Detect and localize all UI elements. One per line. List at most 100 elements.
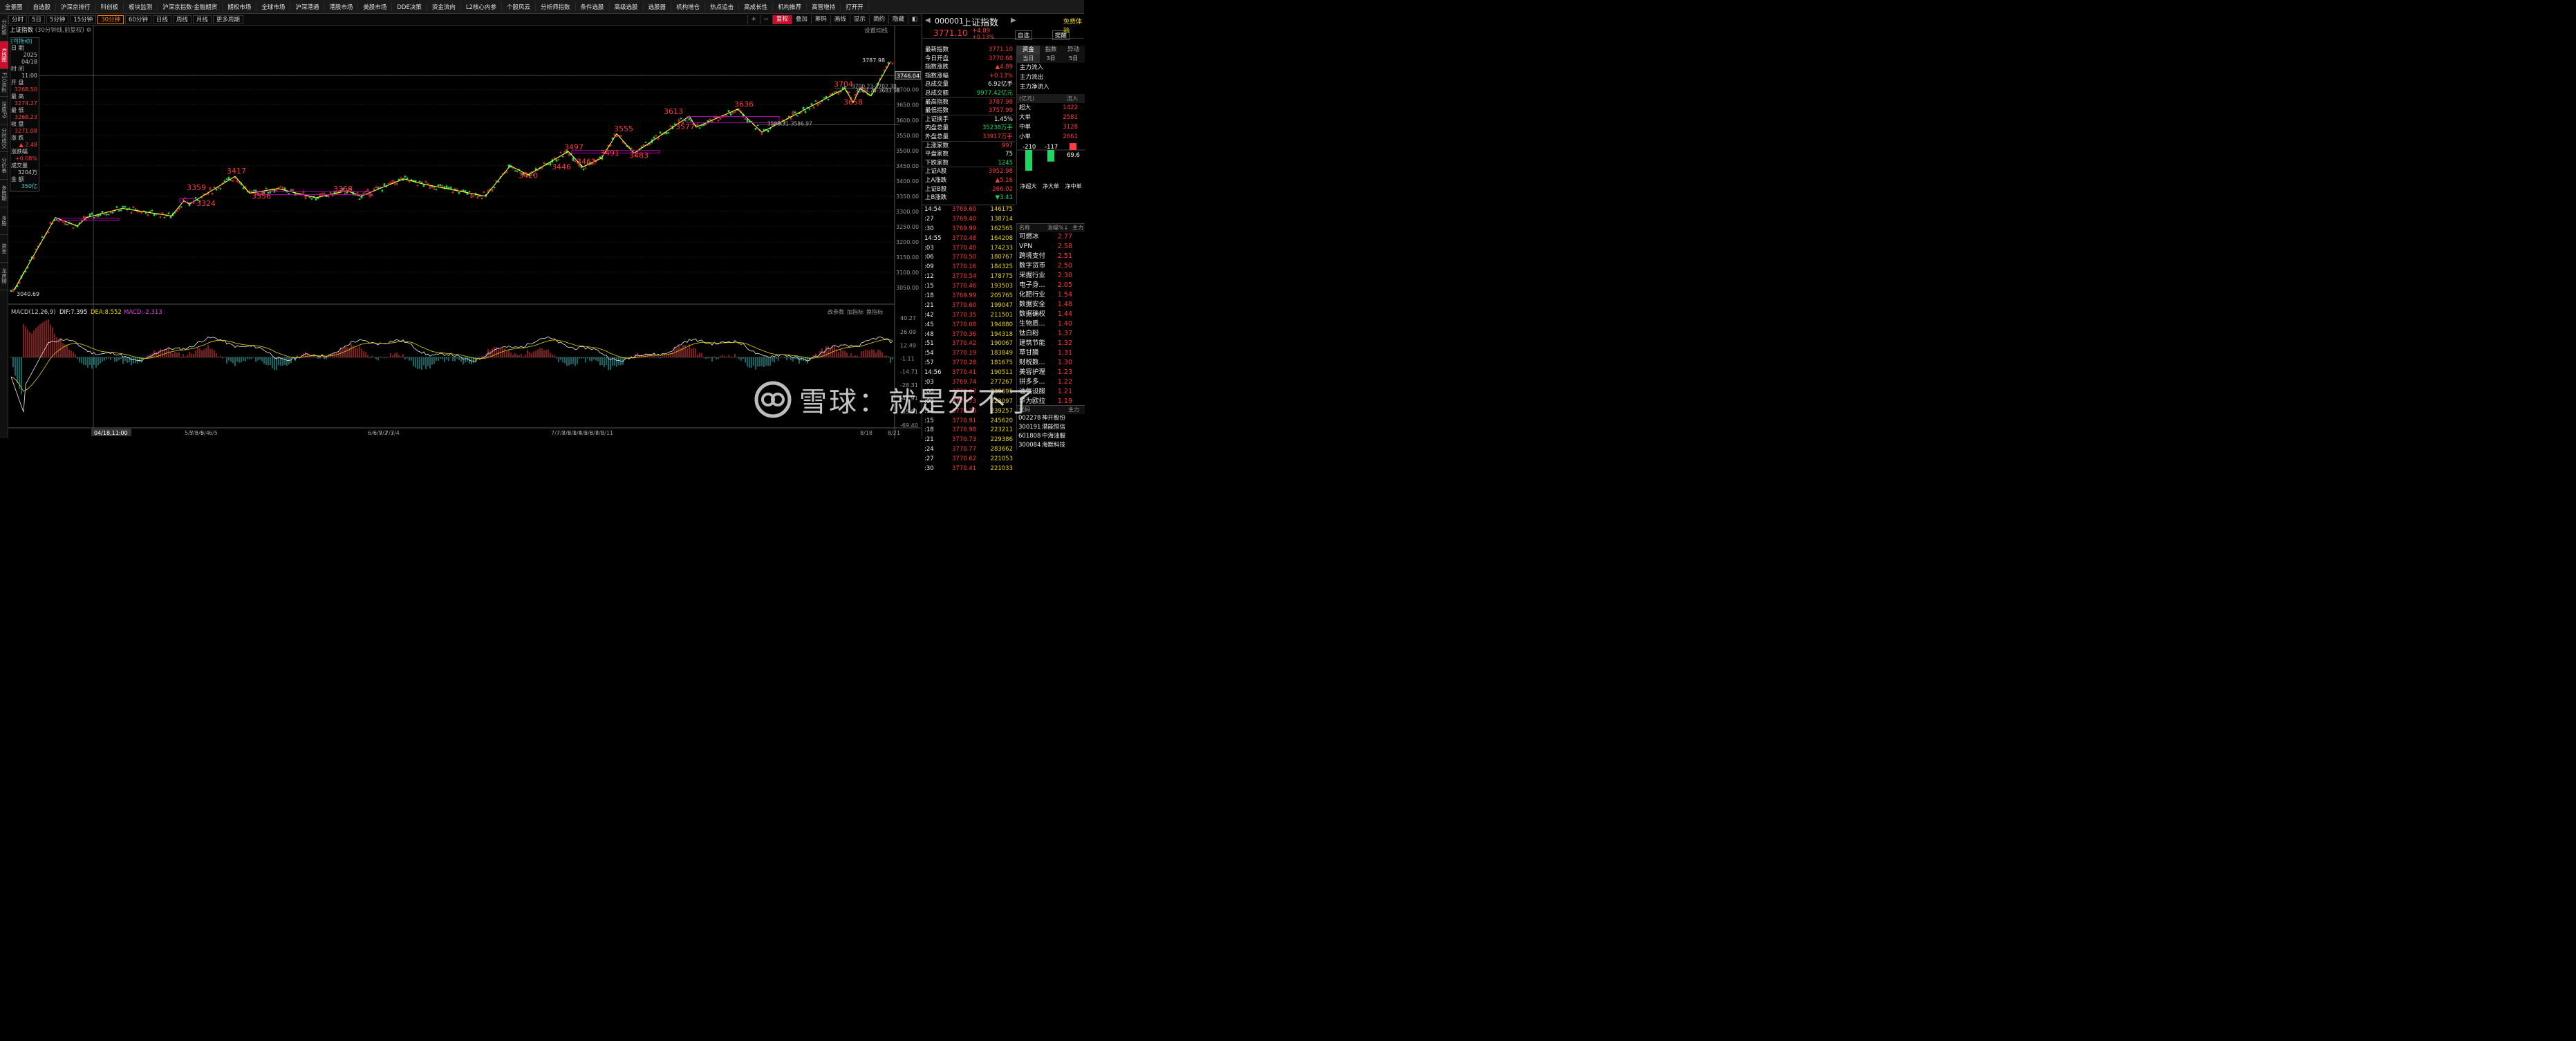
side-tab[interactable]: 多周期 [0, 180, 8, 207]
period-button[interactable]: 15分钟 [70, 15, 97, 24]
sector-row[interactable]: 电子身... 2.05 [1017, 281, 1085, 290]
kline-chart-area[interactable]: 3750.003700.003650.003600.003550.003500.… [8, 26, 921, 438]
menu-item[interactable]: 全景图 [0, 2, 28, 11]
menu-item[interactable]: 机构增仓 [671, 2, 706, 11]
macd-bar [790, 357, 792, 361]
sector-row[interactable]: 跨境支付 2.51 [1017, 252, 1085, 261]
menu-item[interactable]: 分析师指数 [536, 2, 576, 11]
sector-row[interactable]: 钛白粉 1.37 [1017, 329, 1085, 339]
menu-item[interactable]: DDE决策 [392, 2, 427, 11]
menu-item[interactable]: 打开开 [841, 2, 869, 11]
period-button[interactable]: 60分钟 [125, 15, 151, 24]
menu-item[interactable]: 热点追击 [705, 2, 740, 11]
period-button[interactable]: 更多周期 [212, 15, 243, 24]
menu-item[interactable]: 沪深京排行 [56, 2, 96, 11]
period-button[interactable]: 月线 [192, 15, 212, 24]
menu-item[interactable]: 港股市场 [324, 2, 359, 11]
menu-item[interactable]: 全球市场 [256, 2, 291, 11]
tool-button[interactable]: 复权 [772, 15, 792, 24]
next-arrow-icon[interactable]: ▶ [1011, 17, 1016, 24]
sector-row[interactable]: 生物质... 1.40 [1017, 319, 1085, 329]
period-button[interactable]: 5日 [28, 15, 45, 24]
price-axis-label: 3500.00 [896, 148, 919, 154]
sector-pct: 1.22 [1057, 378, 1072, 386]
zoom-out-icon[interactable]: − [759, 15, 772, 24]
fav-button[interactable]: 自选 [1015, 30, 1033, 40]
side-tab[interactable]: 分价表 [0, 152, 8, 180]
menu-item[interactable]: 选股器 [644, 2, 672, 11]
drag-hint[interactable]: [可拖动] [10, 38, 39, 45]
tool-button[interactable]: 显示 [849, 15, 869, 24]
flow-tab[interactable]: 资金 [1017, 46, 1040, 55]
menu-item[interactable]: 自选股 [28, 2, 57, 11]
stock-row[interactable]: 601808 中海油服 [1017, 432, 1085, 441]
tool-button[interactable]: 叠加 [791, 15, 811, 24]
menu-item[interactable]: 机构推荐 [773, 2, 808, 11]
sector-row[interactable]: 美容护理 1.23 [1017, 368, 1085, 377]
macd-bar [23, 323, 24, 357]
menu-item[interactable]: 资金流向 [427, 2, 461, 11]
tool-button[interactable]: 筹码 [810, 15, 830, 24]
menu-item[interactable]: 高管增持 [807, 2, 841, 11]
period-button[interactable]: 5分钟 [46, 15, 69, 24]
settings-gear-icon[interactable]: ⚙ [86, 27, 92, 34]
prev-arrow-icon[interactable]: ◀ [925, 17, 931, 24]
macd-tool-button[interactable]: 改参数 [828, 308, 844, 315]
side-tab[interactable]: 分时图 [0, 14, 8, 41]
sector-row[interactable]: 数据确权 1.44 [1017, 310, 1085, 319]
flow-table-row: 中单 3128 [1017, 122, 1085, 132]
menu-item[interactable]: 期权市场 [223, 2, 257, 11]
flow-tab[interactable]: 指数 [1039, 46, 1063, 55]
ma-settings-link[interactable]: 设置均线 [864, 26, 888, 35]
close-panel-icon[interactable]: ◧ [907, 15, 921, 24]
menu-item[interactable]: 科创板 [96, 2, 124, 11]
menu-item[interactable]: 高成长性 [739, 2, 774, 11]
zoom-in-icon[interactable]: + [747, 15, 760, 24]
menu-item[interactable]: 高级选股 [610, 2, 644, 11]
macd-bar [516, 355, 518, 357]
sector-row[interactable]: 草甘膦 1.31 [1017, 348, 1085, 358]
free-trial-link[interactable]: 免费体验 [1063, 17, 1084, 35]
sector-row[interactable]: 财税数... 1.30 [1017, 358, 1085, 368]
flow-tab[interactable]: 异动 [1062, 46, 1085, 55]
flow-subtab[interactable]: 当日 [1017, 55, 1040, 63]
sector-row[interactable]: 化肥行业 1.54 [1017, 290, 1085, 300]
period-button[interactable]: 周线 [172, 15, 192, 24]
side-tab[interactable]: 龙虎榜 [0, 263, 8, 290]
tool-button[interactable]: 隐藏 [888, 15, 908, 24]
stock-row[interactable]: 300191 潜能恒信 [1017, 423, 1085, 432]
sector-row[interactable]: VPN 2.58 [1017, 242, 1085, 252]
side-tab[interactable]: K线图 [0, 41, 8, 69]
menu-item[interactable]: 条件选股 [576, 2, 610, 11]
menu-item[interactable]: 板块监测 [124, 2, 158, 11]
side-tab[interactable]: 多股 [0, 207, 8, 235]
stock-row[interactable]: 300084 海默科技 [1017, 441, 1085, 450]
macd-tool-button[interactable]: 加指标 [847, 308, 864, 315]
sector-row[interactable]: 数字货币 2.50 [1017, 261, 1085, 271]
tool-button[interactable]: 简约 [868, 15, 888, 24]
side-tab[interactable]: F10资料 [0, 69, 8, 97]
tool-button[interactable]: 画线 [830, 15, 850, 24]
menu-item[interactable]: L2核心内参 [461, 2, 502, 11]
side-tab[interactable]: 深度F9 [0, 97, 8, 124]
ohlc-info-box[interactable]: [可拖动] 日 期 2025 04/18 时 间 11:00 开 盘 3268.50 最 高 32… [10, 37, 39, 191]
period-button[interactable]: 30分钟 [97, 15, 124, 24]
menu-item[interactable]: 沪深京指数·金融期货 [158, 2, 223, 11]
quote-row-label: 下跌家数 [925, 159, 949, 167]
flow-subtab[interactable]: 3日 [1039, 55, 1063, 63]
side-tab[interactable]: 分时成交 [0, 124, 8, 152]
sector-row[interactable]: 建筑节能 1.32 [1017, 339, 1085, 348]
quote-row-label: 上涨家数 [925, 142, 949, 149]
flow-subtab[interactable]: 5日 [1062, 55, 1085, 63]
period-button[interactable]: 日线 [152, 15, 171, 24]
menu-item[interactable]: 沪深港通 [290, 2, 325, 11]
period-button[interactable]: 分时 [8, 15, 28, 24]
sector-row[interactable]: 采掘行业 2.30 [1017, 271, 1085, 281]
sector-row[interactable]: 数据安全 1.48 [1017, 300, 1085, 310]
menu-item[interactable]: 美股市场 [358, 2, 393, 11]
menu-item[interactable]: 个股风云 [502, 2, 536, 11]
macd-bar [253, 357, 254, 358]
side-tab[interactable]: 资金 [0, 235, 8, 263]
sector-row[interactable]: 可燃冰 2.77 [1017, 232, 1085, 242]
macd-tool-button[interactable]: 换指标 [866, 308, 883, 315]
